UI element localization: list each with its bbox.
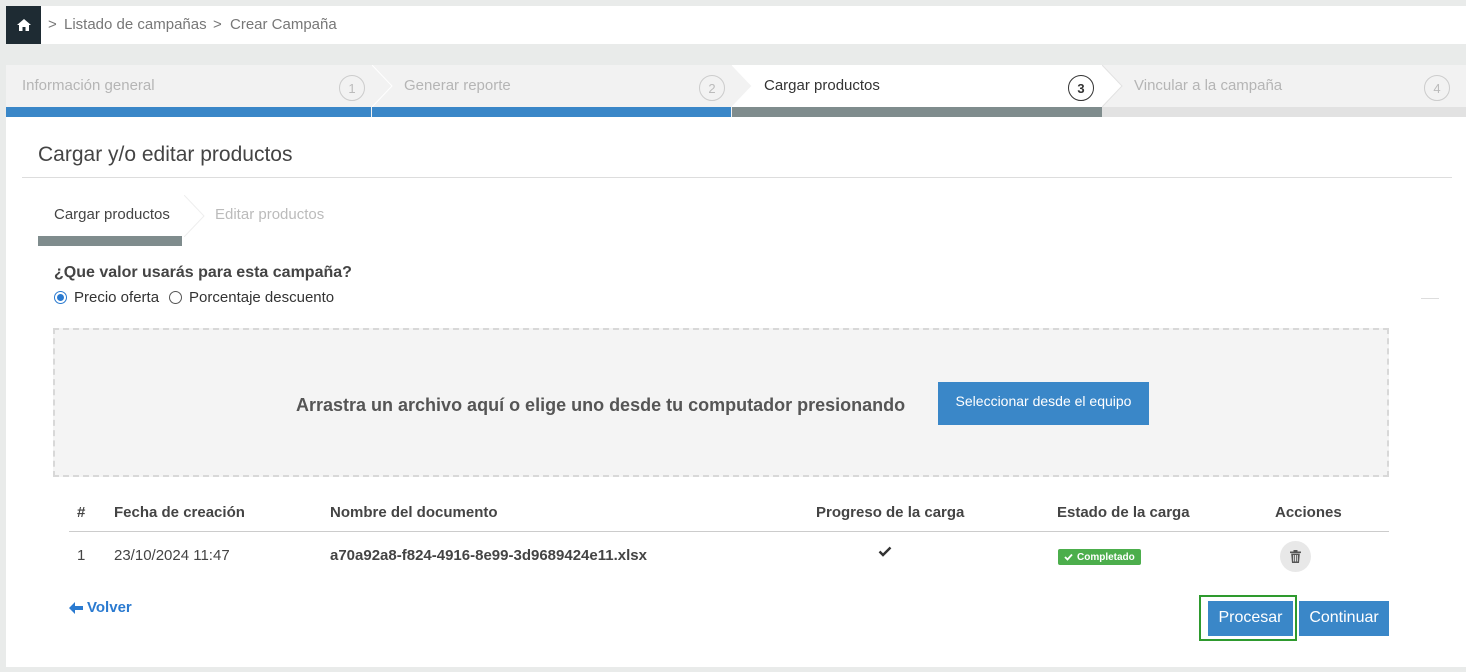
step-number: 1 [339,75,365,101]
radio-discount-percentage[interactable] [169,290,183,304]
column-header: Acciones [1275,504,1342,521]
breadcrumb-separator: > [48,16,57,33]
breadcrumb: > Listado de campañas > Crear Campaña [6,6,1466,44]
check-icon [1064,553,1073,561]
tab-load-products[interactable]: Cargar productos [54,206,170,223]
file-dropzone[interactable]: Arrastra un archivo aquí o elige uno des… [53,328,1389,477]
value-question: ¿Que valor usarás para esta campaña? [54,264,352,281]
main-panel: Cargar y/o editar productos Cargar produ… [6,117,1466,667]
breadcrumb-separator: > [213,16,222,33]
step-chevron-icon [1102,65,1123,107]
step-number: 4 [1424,75,1450,101]
breadcrumb-item-campaign-list[interactable]: Listado de campañas [64,16,207,33]
back-label: Volver [87,599,132,616]
delete-button[interactable] [1280,541,1311,572]
divider [69,531,1389,532]
step-label: Información general [22,77,155,94]
step-load-products[interactable]: Cargar productos 3 [732,65,1102,107]
breadcrumb-item-create-campaign: Crear Campaña [230,16,337,33]
divider [1421,298,1439,299]
document-name: a70a92a8-f824-4916-8e99-3d9689424e11.xls… [330,547,647,564]
step-progress-bar [372,107,731,117]
divider [22,177,1452,178]
step-progress-bar [732,107,1102,117]
radio-label[interactable]: Precio oferta [74,289,159,306]
column-header: Estado de la carga [1057,504,1190,521]
step-number: 2 [699,75,725,101]
select-file-button[interactable]: Seleccionar desde el equipo [938,382,1149,425]
home-button[interactable] [6,6,41,44]
status-text: Completado [1077,551,1135,563]
column-header: # [77,504,86,521]
tab-chevron-icon [184,195,205,237]
tab-edit-products[interactable]: Editar productos [215,206,324,223]
step-number: 3 [1068,75,1094,101]
tab-active-indicator [38,236,182,246]
wizard-stepper: Información general 1 Generar reporte 2 … [6,65,1466,117]
column-header: Progreso de la carga [816,504,965,521]
process-button[interactable]: Procesar [1208,601,1293,636]
step-label: Generar reporte [404,77,511,94]
column-header: Fecha de creación [114,504,245,521]
radio-offer-price[interactable] [54,290,67,304]
row-number: 1 [77,547,86,564]
radio-label[interactable]: Porcentaje descuento [189,289,334,306]
step-progress-bar [1102,107,1466,117]
step-label: Cargar productos [764,77,880,94]
creation-date: 23/10/2024 11:47 [114,547,230,564]
arrow-left-icon [69,601,83,614]
trash-icon [1290,550,1301,563]
value-options: Precio oferta Porcentaje descuento [54,288,344,306]
step-generate-report[interactable]: Generar reporte 2 [394,65,732,107]
step-progress-bar [6,107,371,117]
page-title: Cargar y/o editar productos [38,143,293,166]
dropzone-instructions: Arrastra un archivo aquí o elige uno des… [296,395,906,415]
step-general-info[interactable]: Información general 1 [6,65,372,107]
status-badge: Completado [1058,549,1141,565]
step-chevron-icon [732,65,753,107]
step-link-campaign[interactable]: Vincular a la campaña 4 [1124,65,1466,107]
continue-button[interactable]: Continuar [1299,601,1389,636]
home-icon [16,19,31,31]
step-label: Vincular a la campaña [1134,77,1283,94]
step-chevron-icon [372,65,393,107]
column-header: Nombre del documento [330,504,498,521]
back-link[interactable]: Volver [69,599,132,616]
check-icon [878,546,892,557]
